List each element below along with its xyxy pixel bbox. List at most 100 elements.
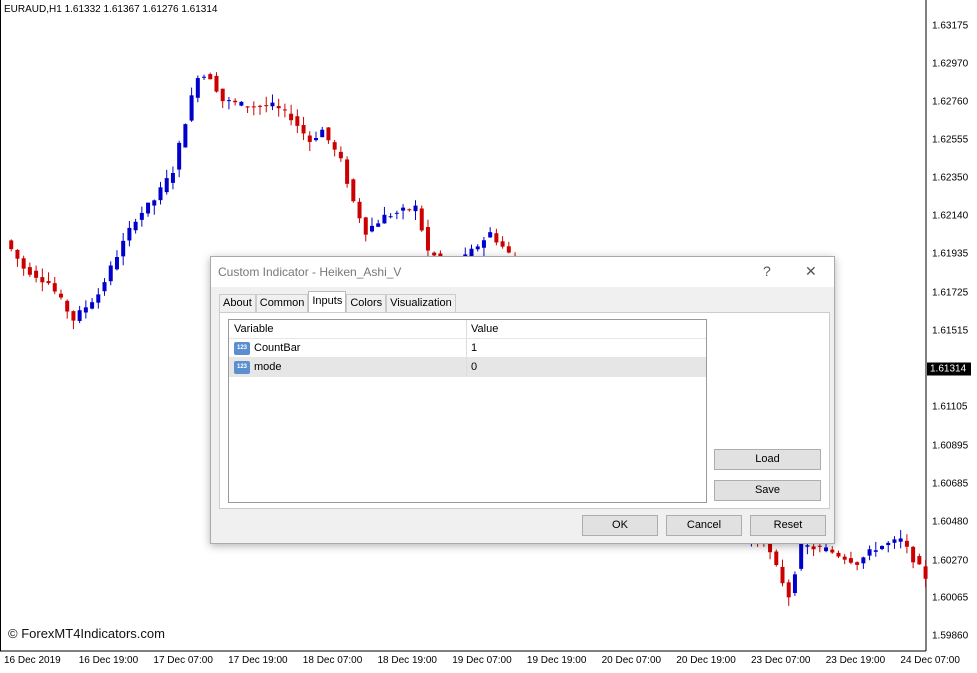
candle-body	[314, 138, 318, 140]
candle-body	[121, 241, 125, 256]
candle-body	[96, 294, 100, 302]
candle-body	[389, 216, 393, 217]
time-label: 20 Dec 19:00	[676, 655, 736, 666]
candle-body	[345, 159, 349, 183]
time-label: 19 Dec 07:00	[452, 655, 512, 666]
candle-body	[90, 302, 94, 308]
candle-body	[177, 143, 181, 170]
table-row[interactable]: 123 CountBar 1	[229, 339, 706, 358]
time-label: 23 Dec 07:00	[751, 655, 811, 666]
candle-body	[302, 125, 306, 133]
candle-body	[53, 283, 57, 291]
candle-body	[152, 200, 156, 205]
candle-body	[233, 101, 237, 103]
candle-body	[874, 550, 878, 552]
tab-common[interactable]: Common	[256, 294, 309, 312]
candle-body	[420, 208, 424, 230]
tab-visualization[interactable]: Visualization	[386, 294, 456, 312]
variable-value[interactable]: 1	[467, 342, 477, 354]
time-label: 18 Dec 19:00	[378, 655, 438, 666]
current-price-label: 1.61314	[927, 363, 971, 376]
candle-body	[426, 227, 430, 251]
candle-body	[905, 541, 909, 547]
candle-body	[812, 546, 816, 549]
column-value: Value	[467, 323, 498, 335]
candle-body	[252, 106, 256, 107]
candle-body	[376, 223, 380, 226]
candle-body	[84, 307, 88, 312]
tab-inputs[interactable]: Inputs	[308, 291, 346, 312]
candle-body	[208, 74, 212, 79]
candle-body	[401, 208, 405, 211]
candle-body	[917, 556, 921, 564]
candle-body	[781, 567, 785, 583]
tab-about[interactable]: About	[219, 294, 256, 312]
variable-name: CountBar	[254, 342, 300, 354]
candle-body	[774, 552, 778, 565]
tab-colors[interactable]: Colors	[346, 294, 386, 312]
candle-body	[140, 213, 144, 220]
candle-body	[214, 76, 218, 92]
candle-body	[333, 142, 337, 150]
candle-body	[159, 187, 163, 200]
save-button[interactable]: Save	[714, 480, 821, 501]
candle-body	[836, 553, 840, 557]
close-icon[interactable]: ✕	[805, 263, 817, 280]
candle-body	[805, 545, 809, 546]
price-label: 1.61105	[932, 401, 967, 412]
price-label: 1.62760	[932, 97, 968, 108]
load-button[interactable]: Load	[714, 449, 821, 470]
candle-body	[849, 558, 853, 563]
candle-body	[134, 222, 138, 230]
table-row[interactable]: 123mode 0	[229, 358, 706, 377]
integer-icon: 123	[234, 342, 250, 355]
candle-body	[507, 246, 511, 252]
candle-body	[71, 311, 75, 320]
dialog-title: Custom Indicator - Heiken_Ashi_V	[218, 265, 401, 279]
candle-body	[414, 206, 418, 212]
candle-body	[892, 539, 896, 542]
candle-body	[868, 549, 872, 555]
candle-body	[171, 173, 175, 183]
candle-body	[395, 213, 399, 214]
candle-body	[482, 240, 486, 248]
price-label: 1.61515	[932, 326, 968, 337]
watermark: © ForexMT4Indicators.com	[8, 626, 165, 641]
integer-icon: 123	[234, 361, 250, 374]
candle-body	[47, 281, 51, 283]
candle-body	[165, 178, 169, 192]
price-label: 1.62555	[932, 135, 968, 146]
ok-button[interactable]: OK	[582, 515, 658, 536]
candle-body	[476, 246, 480, 249]
time-label: 24 Dec 07:00	[900, 655, 960, 666]
candle-body	[793, 574, 797, 593]
variable-value[interactable]: 0	[467, 361, 477, 373]
dialog-title-bar: Custom Indicator - Heiken_Ashi_V ? ✕	[211, 257, 834, 287]
price-label: 1.60065	[932, 593, 968, 604]
help-button[interactable]: ?	[763, 263, 771, 279]
price-label: 1.60685	[932, 479, 968, 490]
candle-body	[115, 257, 119, 269]
price-label: 1.61935	[932, 249, 968, 260]
candle-body	[861, 557, 865, 563]
candle-body	[103, 282, 107, 291]
candle-body	[196, 78, 200, 98]
candle-body	[358, 202, 362, 218]
candle-body	[264, 105, 268, 106]
cancel-button[interactable]: Cancel	[666, 515, 742, 536]
candle-body	[227, 100, 231, 101]
price-label: 1.63175	[932, 21, 968, 32]
candle-body	[886, 543, 890, 545]
column-variable: Variable	[229, 320, 467, 338]
price-label: 1.62350	[932, 172, 968, 183]
price-label: 1.60480	[932, 516, 968, 527]
candle-body	[15, 250, 19, 259]
candle-body	[880, 546, 884, 549]
candle-body	[277, 106, 281, 108]
candle-body	[239, 102, 243, 106]
time-label: 17 Dec 07:00	[153, 655, 213, 666]
candle-body	[127, 228, 131, 241]
candle-body	[78, 310, 82, 321]
candle-body	[146, 203, 150, 214]
reset-button[interactable]: Reset	[750, 515, 826, 536]
